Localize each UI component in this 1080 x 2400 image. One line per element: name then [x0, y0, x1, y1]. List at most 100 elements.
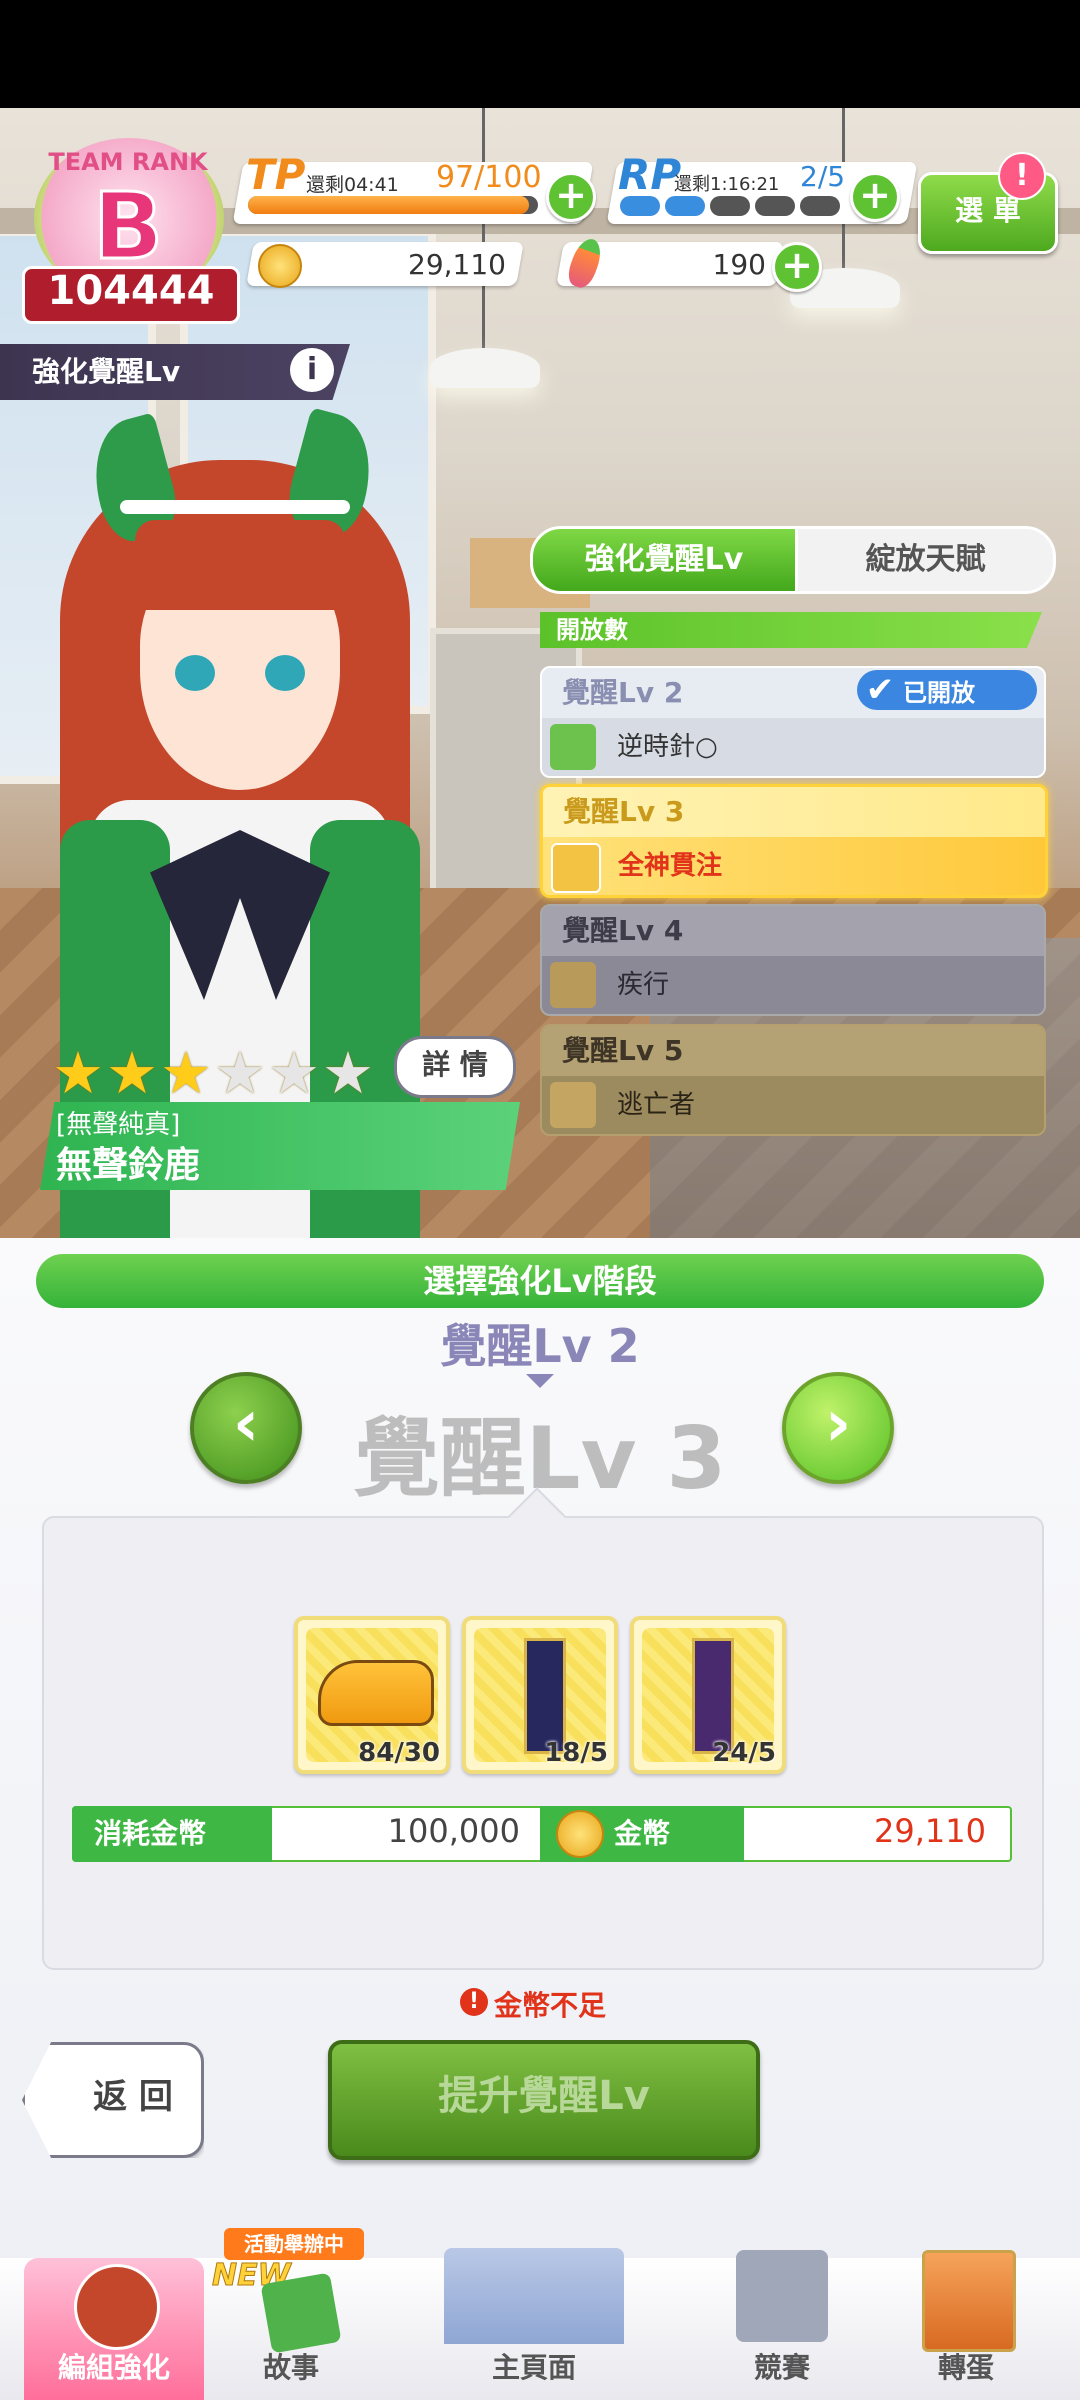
- tab-talent[interactable]: 綻放天賦: [795, 526, 1056, 594]
- race-gate-icon: [736, 2250, 828, 2342]
- status-bar: [0, 0, 1080, 108]
- chevron-right-icon: ›: [824, 1387, 852, 1461]
- stage-next-button[interactable]: ›: [782, 1372, 894, 1484]
- awakening-level: 覺醒Lv 4: [542, 906, 1044, 956]
- nav-label: 主頁面: [491, 2351, 576, 2384]
- chevron-left-icon: ‹: [232, 1387, 260, 1461]
- nav-item-story[interactable]: 活動舉辦中 NEW 故事: [206, 2228, 376, 2400]
- book-icon: [260, 2272, 342, 2354]
- opened-badge: ✔ 已開放: [857, 670, 1037, 710]
- back-button[interactable]: 返 回: [22, 2042, 204, 2158]
- scroll-icon: [692, 1638, 734, 1754]
- material-item[interactable]: 24/5: [630, 1616, 786, 1774]
- gacha-door-icon: [922, 2250, 1016, 2352]
- rp-label: RP: [618, 150, 682, 199]
- character-chibi-icon: [74, 2264, 160, 2350]
- awakening-row-lv2[interactable]: 覺醒Lv 2 ✔ 已開放 逆時針○: [540, 666, 1046, 778]
- awakening-level: 覺醒Lv 5: [542, 1026, 1044, 1076]
- team-rank-score: 104444: [47, 268, 215, 314]
- material-count: 84/30: [358, 1738, 440, 1768]
- awakening-row-lv4[interactable]: 覺醒Lv 4 疾行: [540, 904, 1046, 1016]
- team-rank-label: TEAM RANK: [48, 148, 208, 176]
- select-stage-bar: 選擇強化Lv階段: [36, 1254, 1044, 1308]
- bottom-nav: 編組強化 活動舉辦中 NEW 故事 主頁面 競賽 轉蛋: [0, 2228, 1080, 2400]
- material-item[interactable]: 18/5: [462, 1616, 618, 1774]
- skill-icon: [550, 1082, 596, 1128]
- skill-icon: [550, 724, 596, 770]
- tp-bar-fill: [248, 196, 530, 214]
- star-icon: ★: [268, 1039, 320, 1107]
- info-button[interactable]: i: [290, 348, 334, 392]
- checkmark-icon: ✔: [865, 670, 895, 710]
- skill-name: 逆時針○: [617, 732, 718, 762]
- star-rating: ★★★★★★: [52, 1044, 382, 1102]
- star-icon: ★: [160, 1039, 212, 1107]
- detail-button[interactable]: 詳 情: [394, 1036, 516, 1098]
- coin-owned-label: 金幣: [614, 1817, 671, 1850]
- rp-pip: [755, 196, 795, 216]
- tab-awakening-label: 強化覺醒Lv: [584, 542, 744, 577]
- shoes-icon: [318, 1660, 434, 1726]
- upgrade-label: 提升覺醒Lv: [438, 2073, 650, 2119]
- nav-item-team[interactable]: 編組強化: [24, 2258, 204, 2400]
- skill-icon: [551, 843, 601, 893]
- rp-pip: [620, 196, 660, 216]
- skill-name: 全神貫注: [618, 851, 723, 881]
- warning-icon: !: [460, 1988, 488, 2016]
- team-rank-grade: B: [91, 172, 164, 282]
- tab-awakening[interactable]: 強化覺醒Lv: [530, 526, 798, 594]
- select-stage-label: 選擇強化Lv階段: [423, 1262, 657, 1300]
- page-title: 強化覺醒Lv: [32, 355, 181, 388]
- warning-text: 金幣不足: [494, 1989, 607, 2022]
- detail-label: 詳 情: [422, 1048, 488, 1081]
- awakening-row-lv5[interactable]: 覺醒Lv 5 逃亡者: [540, 1024, 1046, 1136]
- material-count: 18/5: [544, 1738, 608, 1768]
- skill-icon: [550, 962, 596, 1008]
- coin-icon: [556, 1810, 604, 1858]
- tp-add-button[interactable]: +: [546, 172, 596, 222]
- ceiling-lamp: [430, 348, 540, 388]
- nav-item-gacha[interactable]: 轉蛋: [876, 2250, 1056, 2400]
- eye-left: [175, 655, 215, 691]
- team-rank-badge[interactable]: TEAM RANK B 104444: [12, 118, 244, 324]
- cost-value: 100,000: [387, 1812, 520, 1850]
- rp-timer: 還剩1:16:21: [674, 174, 780, 195]
- tp-value: 97/100: [436, 160, 542, 195]
- carrot-value: 190: [712, 248, 766, 281]
- nav-label: 編組強化: [57, 2351, 170, 2384]
- scroll-icon: [524, 1638, 566, 1754]
- tab-talent-label: 綻放天賦: [865, 542, 986, 577]
- tp-bar-track: [248, 196, 538, 214]
- star-icon: ★: [322, 1039, 374, 1107]
- menu-alert-badge: !: [998, 152, 1046, 200]
- carrot-add-button[interactable]: +: [772, 242, 822, 292]
- open-count-bar: 開放數: [540, 612, 1042, 648]
- opened-status: 已開放: [903, 679, 975, 707]
- tp-label: TP: [246, 150, 306, 199]
- stage-pointer-icon: [526, 1374, 554, 1388]
- rp-pip: [665, 196, 705, 216]
- coin-value: 29,110: [408, 248, 506, 281]
- event-badge: 活動舉辦中: [224, 2228, 364, 2260]
- rp-value: 2/5: [800, 160, 846, 193]
- skill-name: 逃亡者: [617, 1090, 696, 1120]
- nav-item-home[interactable]: 主頁面: [384, 2248, 684, 2400]
- rp-pip: [710, 196, 750, 216]
- nav-label: 轉蛋: [937, 2351, 994, 2384]
- nav-label: 競賽: [753, 2351, 810, 2384]
- upgrade-button[interactable]: 提升覺醒Lv: [328, 2040, 760, 2160]
- material-item[interactable]: 84/30: [294, 1616, 450, 1774]
- cost-label: 消耗金幣: [94, 1817, 207, 1850]
- stage-prev-button[interactable]: ‹: [190, 1372, 302, 1484]
- star-icon: ★: [106, 1039, 158, 1107]
- cost-label-box: 消耗金幣: [72, 1806, 272, 1862]
- eye-right: [265, 655, 305, 691]
- material-count: 24/5: [712, 1738, 776, 1768]
- rp-add-button[interactable]: +: [850, 172, 900, 222]
- awakening-row-lv3[interactable]: 覺醒Lv 3 全神貫注: [540, 784, 1048, 898]
- back-label: 返 回: [93, 2077, 173, 2117]
- rp-pip: [800, 196, 840, 216]
- coin-icon: [258, 244, 302, 288]
- nav-item-race[interactable]: 競賽: [696, 2250, 868, 2400]
- stage-prev-label: 覺醒Lv 2: [440, 1319, 640, 1373]
